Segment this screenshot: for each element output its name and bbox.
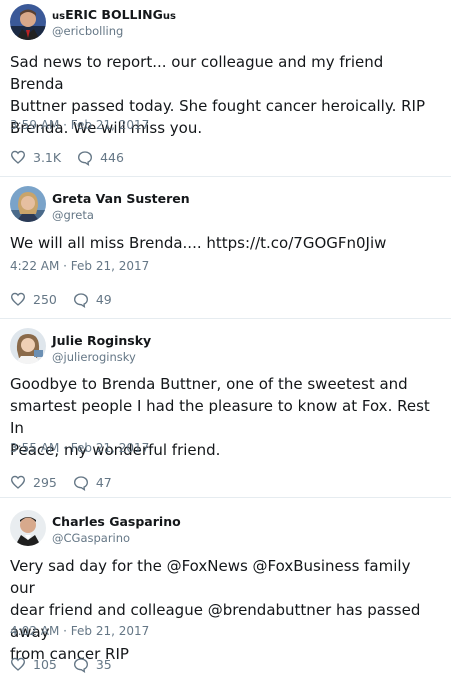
name-prefix: us: [52, 11, 66, 22]
tweet-timestamp[interactable]: 4:02 AM · Feb 21, 2017: [10, 624, 149, 638]
avatar[interactable]: [10, 510, 46, 546]
tweet-actions: 295 47: [10, 474, 128, 492]
display-name[interactable]: Julie Roginsky: [52, 333, 151, 348]
avatar[interactable]: [10, 328, 46, 364]
tweet-text-line: Very sad day for the @FoxNews @FoxBusine…: [10, 557, 411, 597]
heart-icon[interactable]: [10, 656, 26, 672]
avatar[interactable]: [10, 4, 46, 40]
tweet-card[interactable]: Greta Van Susteren @greta We will all mi…: [0, 177, 451, 318]
user-handle[interactable]: @ericbolling: [52, 24, 123, 38]
like-count: 295: [33, 474, 57, 490]
tweet-timestamp[interactable]: 3:59 AM · Feb 21, 2017: [10, 118, 149, 132]
tweet-text: Very sad day for the @FoxNews @FoxBusine…: [10, 555, 440, 665]
heart-icon[interactable]: [10, 291, 26, 307]
name-text: ERIC BOLLING: [65, 7, 163, 22]
tweet-timestamp[interactable]: 4:22 AM · Feb 21, 2017: [10, 259, 149, 273]
reply-bubble-icon[interactable]: [73, 291, 89, 309]
tweet-text: We will all miss Brenda.... https://t.co…: [10, 232, 440, 254]
tweet-text-line: Goodbye to Brenda Buttner, one of the sw…: [10, 375, 408, 393]
user-handle[interactable]: @CGasparino: [52, 531, 130, 545]
heart-icon[interactable]: [10, 149, 26, 165]
tweet-timestamp[interactable]: 3:55 AM · Feb 21, 2017: [10, 441, 149, 455]
reply-count: 35: [95, 656, 112, 672]
like-count: 250: [33, 291, 57, 307]
tweet-text-line: Sad news to report... our colleague and …: [10, 53, 384, 93]
tweet-actions: 3.1K 446: [10, 149, 140, 167]
reply-count: 47: [95, 474, 112, 490]
reply-bubble-icon[interactable]: [73, 656, 89, 674]
tweet-actions: 250 49: [10, 291, 128, 309]
reply-count: 446: [100, 149, 124, 165]
user-handle[interactable]: @greta: [52, 208, 94, 222]
display-name[interactable]: Charles Gasparino: [52, 514, 181, 529]
reply-bubble-icon[interactable]: [77, 149, 93, 167]
avatar[interactable]: [10, 186, 46, 222]
tweet-card[interactable]: usERIC BOLLINGus @ericbolling Sad news t…: [0, 0, 451, 176]
tweet-text-line: Buttner passed today. She fought cancer …: [10, 97, 426, 115]
reply-count: 49: [95, 291, 112, 307]
like-count: 3.1K: [33, 149, 62, 165]
user-handle[interactable]: @julieroginsky: [52, 350, 136, 364]
display-name[interactable]: usERIC BOLLINGus: [52, 7, 176, 22]
display-name[interactable]: Greta Van Susteren: [52, 191, 190, 206]
name-suffix: us: [162, 11, 176, 22]
tweet-card[interactable]: Charles Gasparino @CGasparino Very sad d…: [0, 498, 451, 680]
tweet-text-line: We will all miss Brenda.... https://t.co…: [10, 234, 387, 252]
tweet-actions: 105 35: [10, 656, 128, 674]
tweet-card[interactable]: Julie Roginsky @julieroginsky Goodbye to…: [0, 319, 451, 497]
tweet-text-line: smartest people I had the pleasure to kn…: [10, 397, 430, 437]
like-count: 105: [33, 656, 57, 672]
reply-bubble-icon[interactable]: [73, 474, 89, 492]
heart-icon[interactable]: [10, 474, 26, 490]
